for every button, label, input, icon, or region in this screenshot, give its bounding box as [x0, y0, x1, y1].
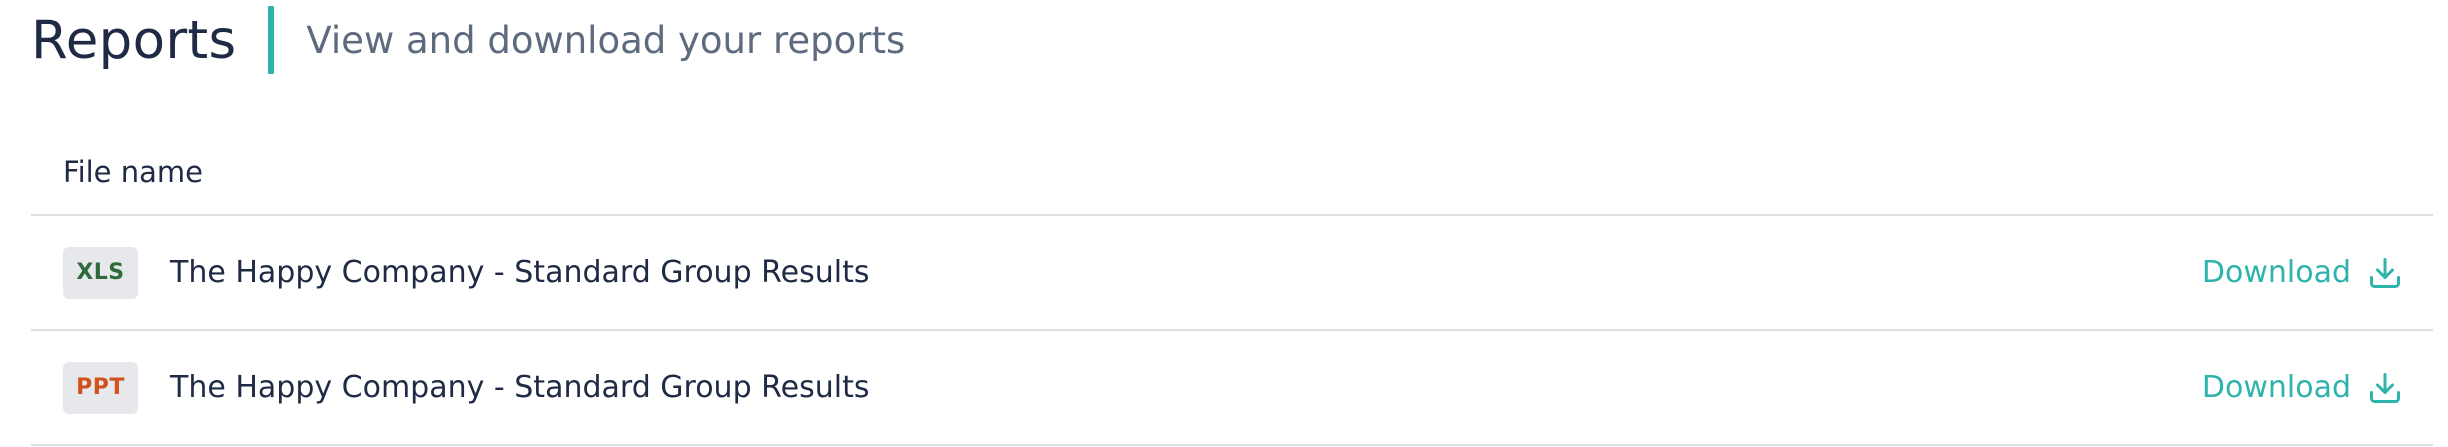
- reports-table: File name XLS The Happy Company - Standa…: [31, 130, 2433, 446]
- page-header: Reports View and download your reports: [31, 6, 905, 74]
- download-icon: [2370, 257, 2400, 288]
- download-label: Download: [2201, 255, 2351, 290]
- page-subtitle: View and download your reports: [306, 18, 906, 62]
- title-divider: [268, 6, 275, 74]
- file-name: The Happy Company - Standard Group Resul…: [170, 255, 870, 290]
- table-header: File name: [31, 130, 2433, 216]
- file-type-badge-xls: XLS: [63, 246, 138, 299]
- download-button[interactable]: Download: [2202, 255, 2403, 291]
- file-type-badge-ppt: PPT: [63, 361, 138, 414]
- column-header-file-name: File name: [63, 155, 203, 189]
- table-row: PPT The Happy Company - Standard Group R…: [31, 331, 2433, 446]
- table-row: XLS The Happy Company - Standard Group R…: [31, 216, 2433, 331]
- download-button[interactable]: Download: [2202, 370, 2403, 406]
- file-name: The Happy Company - Standard Group Resul…: [170, 370, 870, 405]
- page-title: Reports: [31, 9, 237, 71]
- download-label: Download: [2201, 370, 2351, 405]
- download-icon: [2370, 372, 2400, 403]
- reports-page: Reports View and download your reports F…: [0, 0, 2448, 447]
